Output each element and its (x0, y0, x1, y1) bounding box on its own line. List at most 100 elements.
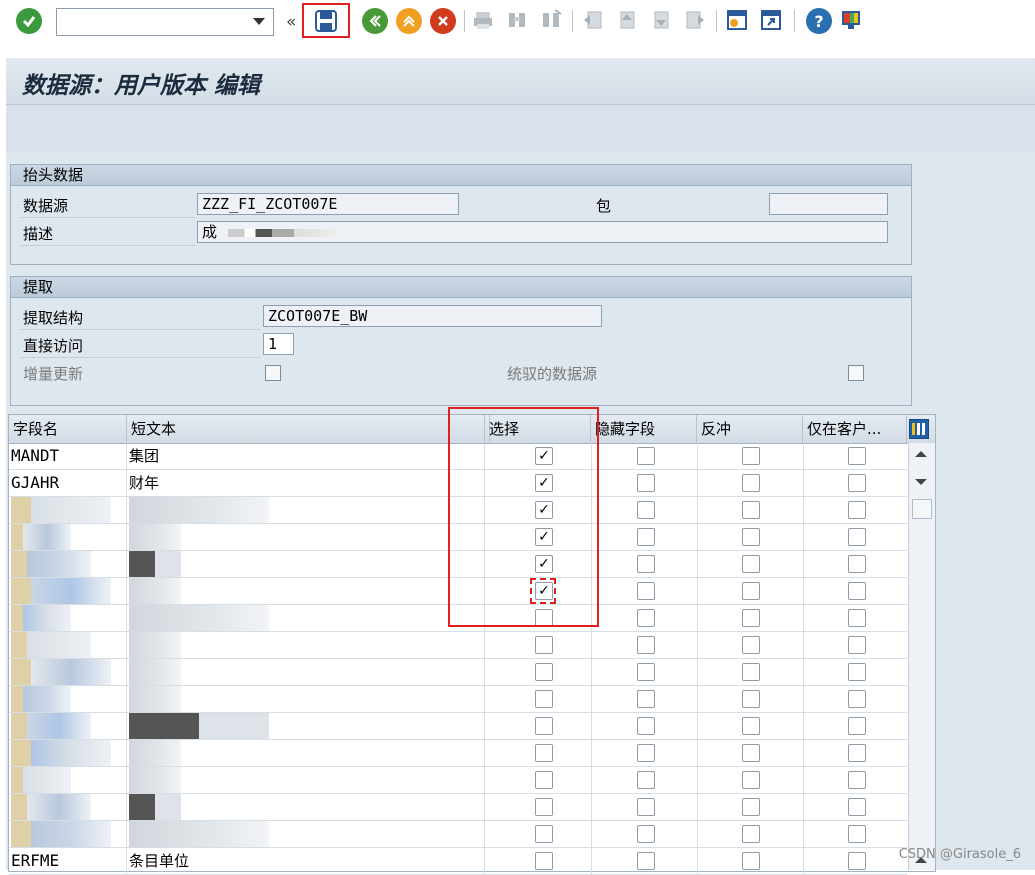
inversion-checkbox[interactable] (742, 771, 760, 789)
select-checkbox[interactable] (535, 717, 553, 735)
table-row[interactable] (9, 794, 907, 821)
table-row[interactable]: ERFME 条目单位 (9, 848, 907, 875)
hide-checkbox[interactable] (637, 582, 655, 600)
inversion-checkbox[interactable] (742, 474, 760, 492)
select-checkbox[interactable] (535, 852, 553, 870)
hide-checkbox[interactable] (637, 447, 655, 465)
select-checkbox[interactable] (535, 690, 553, 708)
column-header-field-name[interactable]: 字段名 (9, 415, 127, 443)
hide-checkbox[interactable] (637, 744, 655, 762)
hide-checkbox[interactable] (637, 528, 655, 546)
table-row[interactable] (9, 686, 907, 713)
client-checkbox[interactable] (848, 798, 866, 816)
select-checkbox[interactable] (535, 771, 553, 789)
hide-checkbox[interactable] (637, 663, 655, 681)
package-field[interactable] (769, 193, 888, 215)
column-header-hide-field[interactable]: 隐藏字段 (591, 415, 697, 443)
hide-checkbox[interactable] (637, 555, 655, 573)
save-icon[interactable] (302, 3, 350, 38)
inversion-checkbox[interactable] (742, 636, 760, 654)
layout-icon[interactable] (840, 9, 862, 31)
previous-page-icon[interactable] (616, 9, 638, 31)
datasource-field[interactable]: ZZZ_FI_ZCOT007E (197, 193, 459, 215)
generic-datasource-checkbox[interactable] (848, 365, 864, 381)
help-icon[interactable]: ? (806, 8, 832, 34)
hide-checkbox[interactable] (637, 501, 655, 519)
client-checkbox[interactable] (848, 717, 866, 735)
client-checkbox[interactable] (848, 690, 866, 708)
table-row[interactable] (9, 767, 907, 794)
hide-checkbox[interactable] (637, 474, 655, 492)
table-row[interactable] (9, 821, 907, 848)
first-page-icon[interactable] (582, 9, 604, 31)
inversion-checkbox[interactable] (742, 690, 760, 708)
cancel-icon[interactable] (430, 8, 456, 34)
next-page-icon[interactable] (650, 9, 672, 31)
create-session-icon[interactable] (726, 9, 748, 31)
vertical-scrollbar[interactable] (908, 443, 935, 870)
scroll-up-icon[interactable] (915, 451, 927, 457)
find-next-icon[interactable] (540, 9, 562, 31)
extract-structure-field[interactable]: ZCOT007E_BW (263, 305, 602, 327)
column-header-client-only[interactable]: 仅在客户... (803, 415, 907, 443)
inversion-checkbox[interactable] (742, 501, 760, 519)
print-icon[interactable] (472, 9, 494, 31)
direct-access-field[interactable]: 1 (263, 333, 294, 355)
inversion-checkbox[interactable] (742, 609, 760, 627)
client-checkbox[interactable] (848, 501, 866, 519)
hide-checkbox[interactable] (637, 771, 655, 789)
inversion-checkbox[interactable] (742, 447, 760, 465)
hide-checkbox[interactable] (637, 717, 655, 735)
hide-checkbox[interactable] (637, 690, 655, 708)
client-checkbox[interactable] (848, 663, 866, 681)
client-checkbox[interactable] (848, 852, 866, 870)
select-checkbox[interactable] (535, 744, 553, 762)
scroll-down-icon[interactable] (915, 479, 927, 485)
table-row[interactable] (9, 632, 907, 659)
select-checkbox[interactable] (535, 663, 553, 681)
column-settings-icon[interactable] (909, 419, 929, 439)
client-checkbox[interactable] (848, 582, 866, 600)
command-field[interactable] (56, 8, 274, 36)
client-checkbox[interactable] (848, 825, 866, 843)
column-header-inversion[interactable]: 反冲 (697, 415, 803, 443)
inversion-checkbox[interactable] (742, 798, 760, 816)
table-row[interactable] (9, 659, 907, 686)
client-checkbox[interactable] (848, 474, 866, 492)
table-row[interactable] (9, 740, 907, 767)
select-checkbox[interactable] (535, 636, 553, 654)
client-checkbox[interactable] (848, 528, 866, 546)
client-checkbox[interactable] (848, 771, 866, 789)
inversion-checkbox[interactable] (742, 825, 760, 843)
hide-checkbox[interactable] (637, 825, 655, 843)
hide-checkbox[interactable] (637, 852, 655, 870)
enter-icon[interactable] (16, 8, 42, 34)
hide-checkbox[interactable] (637, 609, 655, 627)
find-icon[interactable] (506, 9, 528, 31)
select-checkbox[interactable] (535, 798, 553, 816)
table-row[interactable] (9, 713, 907, 740)
select-checkbox[interactable] (535, 825, 553, 843)
client-checkbox[interactable] (848, 555, 866, 573)
client-checkbox[interactable] (848, 609, 866, 627)
column-header-short-text[interactable]: 短文本 (127, 415, 485, 443)
exit-icon[interactable] (396, 8, 422, 34)
client-checkbox[interactable] (848, 636, 866, 654)
inversion-checkbox[interactable] (742, 744, 760, 762)
hide-checkbox[interactable] (637, 798, 655, 816)
client-checkbox[interactable] (848, 447, 866, 465)
scroll-thumb[interactable] (912, 499, 932, 519)
hide-checkbox[interactable] (637, 636, 655, 654)
inversion-checkbox[interactable] (742, 582, 760, 600)
inversion-checkbox[interactable] (742, 555, 760, 573)
inversion-checkbox[interactable] (742, 663, 760, 681)
back-arrow-icon[interactable]: « (286, 12, 296, 32)
inversion-checkbox[interactable] (742, 717, 760, 735)
chevron-down-icon[interactable] (253, 18, 265, 25)
back-icon[interactable] (362, 8, 388, 34)
client-checkbox[interactable] (848, 744, 866, 762)
last-page-icon[interactable] (684, 9, 706, 31)
delta-update-checkbox[interactable] (265, 365, 281, 381)
inversion-checkbox[interactable] (742, 852, 760, 870)
inversion-checkbox[interactable] (742, 528, 760, 546)
